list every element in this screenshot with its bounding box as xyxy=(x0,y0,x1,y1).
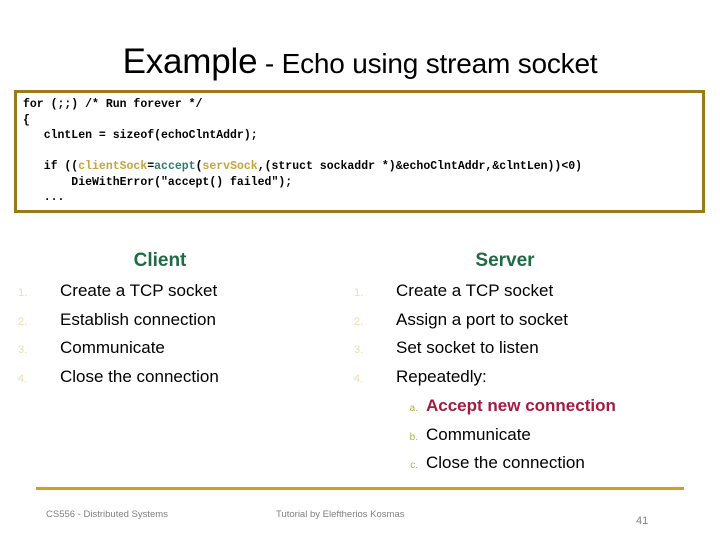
code-line-7: ... xyxy=(23,191,65,204)
list-item: 1. Create a TCP socket xyxy=(14,281,344,310)
code-line-1: for (;;) /* Run forever */ xyxy=(23,98,203,111)
footer-author: Tutorial by Eleftherios Kosmas xyxy=(276,509,405,520)
list-item-number: 3. xyxy=(354,344,364,356)
client-steps-list: 1. Create a TCP socket 2. Establish conn… xyxy=(14,281,344,395)
code-line-3: clntLen = sizeof(echoClntAddr); xyxy=(23,129,258,142)
server-substeps-list: a. Accept new connection b. Communicate … xyxy=(350,396,710,482)
list-item: 4. Repeatedly: xyxy=(350,367,710,396)
page-title-rest: - Echo using stream socket xyxy=(257,48,598,79)
code-token-variable-clientsock: clientSock xyxy=(78,160,148,173)
code-block: for (;;) /* Run forever */ { clntLen = s… xyxy=(14,90,705,213)
list-item-number: 3. xyxy=(18,344,28,356)
list-item: 4. Close the connection xyxy=(14,367,344,396)
footer-course: CS556 - Distributed Systems xyxy=(46,509,168,520)
list-item: 2. Establish connection xyxy=(14,310,344,339)
list-item-label: Assign a port to socket xyxy=(396,309,568,329)
column-heading-client: Client xyxy=(133,250,187,271)
page-title: Example - Echo using stream socket xyxy=(0,44,720,79)
list-item-number: 2. xyxy=(18,315,28,328)
list-item-label: Close the connection xyxy=(426,453,585,472)
list-item-label: Repeatedly: xyxy=(396,366,487,386)
list-item-number: 4. xyxy=(354,372,364,385)
code-token-function-accept: accept xyxy=(154,160,196,173)
list-item: 1. Create a TCP socket xyxy=(350,281,710,310)
code-line-6: DieWithError("accept() failed"); xyxy=(23,175,293,189)
list-item-number: 1. xyxy=(354,287,364,299)
list-item-label: Create a TCP socket xyxy=(60,281,218,300)
list-item: a. Accept new connection xyxy=(350,396,710,425)
page-title-main: Example xyxy=(122,42,258,81)
list-item-number: b. xyxy=(409,431,418,443)
list-item: c. Close the connection xyxy=(350,453,710,482)
list-item-label: Create a TCP socket xyxy=(396,281,554,300)
list-item-number: 4. xyxy=(18,372,28,385)
list-item-number: a. xyxy=(409,403,418,414)
list-item-number: 2. xyxy=(354,315,364,328)
code-token-variable-servsock: servSock xyxy=(202,160,258,173)
list-item-number: 1. xyxy=(18,287,28,299)
list-item-label: Close the connection xyxy=(60,366,219,386)
list-item-label: Communicate xyxy=(60,338,165,357)
page-number: 41 xyxy=(636,515,649,527)
footer-divider xyxy=(36,487,684,490)
list-item: 2. Assign a port to socket xyxy=(350,310,710,339)
list-item-label-highlighted: Accept new connection xyxy=(426,396,616,415)
list-item-label: Set socket to listen xyxy=(396,338,539,357)
column-heading-server: Server xyxy=(475,250,535,271)
list-item: 3. Set socket to listen xyxy=(350,338,710,367)
list-item-label: Communicate xyxy=(426,424,531,444)
list-item-number: c. xyxy=(410,460,418,471)
list-item: 3. Communicate xyxy=(14,338,344,367)
list-item-label: Establish connection xyxy=(60,309,216,329)
list-item: b. Communicate xyxy=(350,425,710,454)
code-line-2: { xyxy=(23,113,30,127)
server-steps-list: 1. Create a TCP socket 2. Assign a port … xyxy=(350,281,710,395)
